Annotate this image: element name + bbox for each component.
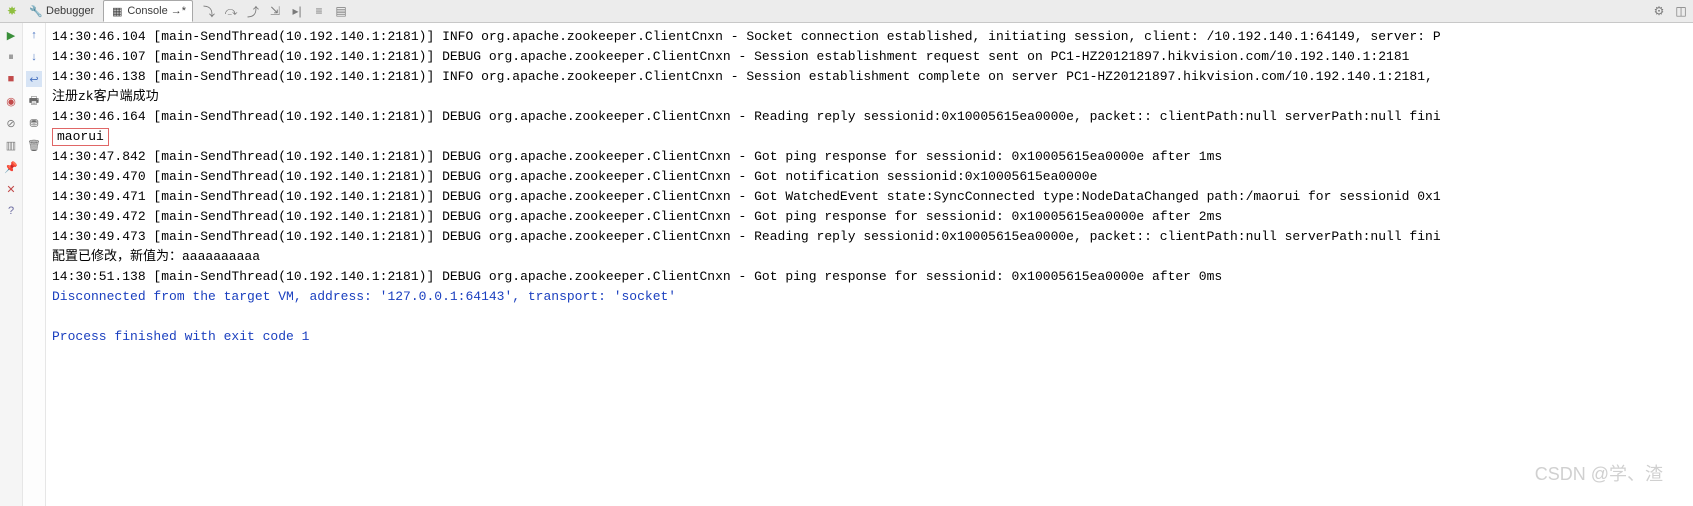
dump-icon[interactable]: ▤ — [333, 3, 349, 19]
console-output[interactable]: 14:30:46.104 [main-SendThread(10.192.140… — [46, 23, 1693, 506]
log-line: 14:30:46.104 [main-SendThread(10.192.140… — [52, 27, 1687, 47]
step-into-icon[interactable]: ⤵ — [201, 3, 217, 19]
step-toolbar: ⤵ ⤼ ⤴ ⇲ ▸| ≡ ▤ — [201, 3, 349, 19]
pause-icon[interactable]: ⏸ — [3, 49, 19, 65]
print-icon[interactable]: 🖶 — [26, 93, 42, 109]
watermark: CSDN @学、渣 — [1535, 460, 1663, 486]
log-line: 14:30:51.138 [main-SendThread(10.192.140… — [52, 267, 1687, 287]
log-line: 注册zk客户端成功 — [52, 87, 1687, 107]
soft-wrap-icon[interactable]: ↩ — [26, 71, 42, 87]
blank-line — [52, 307, 1687, 327]
log-line: 14:30:46.107 [main-SendThread(10.192.140… — [52, 47, 1687, 67]
help-icon[interactable]: ? — [3, 203, 19, 219]
log-line: 14:30:46.164 [main-SendThread(10.192.140… — [52, 107, 1687, 127]
disconnect-line: Disconnected from the target VM, address… — [52, 287, 1687, 307]
layout-icon[interactable]: ▥ — [3, 137, 19, 153]
tab-console[interactable]: ▦ Console →* — [103, 0, 193, 22]
down-arrow-icon[interactable]: ↓ — [26, 49, 42, 65]
mute-breakpoints-icon[interactable]: ⊘ — [3, 115, 19, 131]
tab-label: Debugger — [46, 5, 94, 17]
exit-code-line: Process finished with exit code 1 — [52, 327, 1687, 347]
up-arrow-icon[interactable]: ↑ — [26, 27, 42, 43]
resume-icon[interactable]: ▶ — [3, 27, 19, 43]
close-icon[interactable]: ✕ — [3, 181, 19, 197]
trash-icon[interactable]: 🗑 — [26, 137, 42, 153]
log-line: 14:30:49.472 [main-SendThread(10.192.140… — [52, 207, 1687, 227]
tab-debugger[interactable]: 🔧 Debugger — [22, 0, 101, 22]
bug-icon[interactable]: ✸ — [4, 3, 20, 19]
pin-icon[interactable]: 📌 — [3, 159, 19, 175]
view-breakpoints-icon[interactable]: ◉ — [3, 93, 19, 109]
highlight-box: maorui — [52, 128, 109, 146]
log-line: 14:30:49.471 [main-SendThread(10.192.140… — [52, 187, 1687, 207]
log-line: 14:30:46.138 [main-SendThread(10.192.140… — [52, 67, 1687, 87]
tab-label: Console →* — [127, 5, 186, 17]
log-line-highlight: maorui — [52, 127, 1687, 147]
console-side-toolbar: ↑ ↓ ↩ 🖶 ⛃ 🗑 — [23, 23, 46, 506]
restore-layout-icon[interactable]: ◫ — [1673, 3, 1689, 19]
evaluate-icon[interactable]: ≡ — [311, 3, 327, 19]
log-line: 14:30:47.842 [main-SendThread(10.192.140… — [52, 147, 1687, 167]
log-line: 配置已修改，新值为：aaaaaaaaaa — [52, 247, 1687, 267]
stop-icon[interactable]: ■ — [3, 71, 19, 87]
filter-icon[interactable]: ⛃ — [26, 115, 42, 131]
run-to-cursor-icon[interactable]: ▸| — [289, 3, 305, 19]
step-out-icon[interactable]: ⤴ — [245, 3, 261, 19]
debugger-icon: 🔧 — [29, 4, 43, 18]
console-icon: ▦ — [110, 4, 124, 18]
step-over-icon[interactable]: ⤼ — [223, 3, 239, 19]
settings-icon[interactable]: ⚙ — [1651, 3, 1667, 19]
log-line: 14:30:49.470 [main-SendThread(10.192.140… — [52, 167, 1687, 187]
tab-bar: ✸ 🔧 Debugger ▦ Console →* ⤵ ⤼ ⤴ ⇲ ▸| ≡ ▤… — [0, 0, 1693, 23]
log-line: 14:30:49.473 [main-SendThread(10.192.140… — [52, 227, 1687, 247]
smart-step-icon[interactable]: ⇲ — [267, 3, 283, 19]
debug-side-toolbar: ▶ ⏸ ■ ◉ ⊘ ▥ 📌 ✕ ? — [0, 23, 23, 506]
